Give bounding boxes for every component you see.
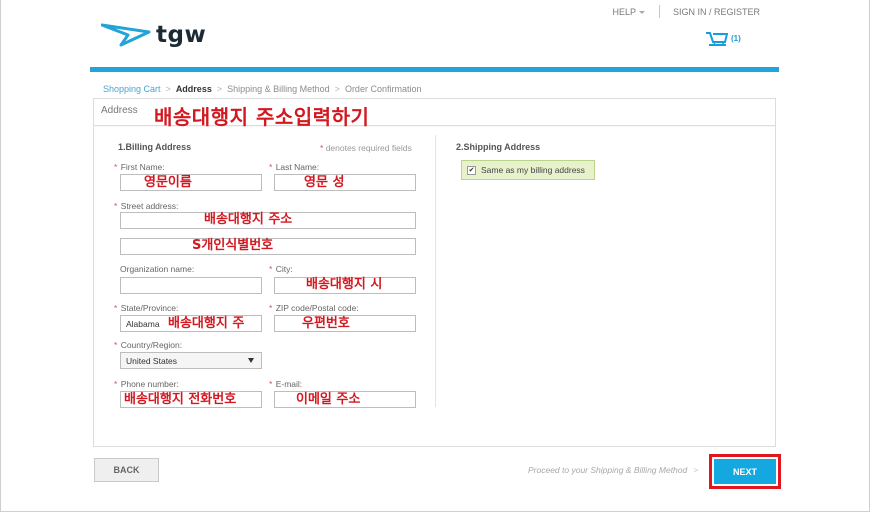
logo-text: tgw <box>156 22 207 48</box>
last-name-input[interactable] <box>274 174 416 191</box>
proceed-chevron-icon: > <box>693 465 699 475</box>
checkbox-checked-icon: ✔ <box>467 165 476 175</box>
organization-name-input[interactable] <box>120 277 262 294</box>
signin-register-link[interactable]: SIGN IN / REGISTER <box>673 7 760 17</box>
logo-wing-icon <box>101 23 151 47</box>
breadcrumb-chevron-icon: > <box>334 84 340 94</box>
required-star: * <box>320 143 324 153</box>
help-menu[interactable]: HELP <box>612 7 645 17</box>
required-fields-note: * denotes required fields <box>320 143 412 153</box>
last-name-annotation: 영문 성 <box>304 175 345 190</box>
panel-annotation: 배송대행지 주소입력하기 <box>154 105 370 129</box>
country-region-label: * Country/Region: <box>114 340 183 350</box>
cart-count: (1) <box>731 34 741 43</box>
city-annotation: 배송대행지 시 <box>306 277 383 292</box>
email-label: * E-mail: <box>269 379 303 389</box>
breadcrumb: Shopping Cart > Address > Shipping & Bil… <box>103 84 421 94</box>
breadcrumb-chevron-icon: > <box>216 84 223 94</box>
personal-id-annotation: S개인식별번호 <box>192 238 274 253</box>
panel-title: Address <box>101 105 138 116</box>
address-form: 1.Billing Address * denotes required fie… <box>94 127 775 446</box>
next-button[interactable]: NEXT <box>714 459 776 484</box>
breadcrumb-shipping-billing: Shipping & Billing Method <box>227 84 330 94</box>
dropdown-arrow-icon <box>248 358 254 363</box>
column-divider <box>435 135 436 407</box>
header-accent-bar <box>90 67 779 72</box>
billing-address-title: 1.Billing Address <box>118 142 192 152</box>
shipping-address-title: 2.Shipping Address <box>456 142 541 152</box>
address-panel-header: Address 배송대행지 주소입력하기 <box>94 99 775 129</box>
same-as-billing-label: Same as my billing address <box>481 165 585 175</box>
first-name-annotation: 영문이름 <box>144 175 192 190</box>
top-links-divider <box>658 5 660 18</box>
breadcrumb-order-confirmation: Order Confirmation <box>344 84 422 94</box>
breadcrumb-shopping-cart[interactable]: Shopping Cart <box>103 84 161 94</box>
city-label: * City: <box>269 264 293 274</box>
top-links: HELP SIGN IN / REGISTER <box>612 5 760 18</box>
required-fields-text: denotes required fields <box>325 143 412 153</box>
breadcrumb-chevron-icon: > <box>165 84 171 94</box>
state-province-label: * State/Province: <box>114 303 179 313</box>
back-button[interactable]: BACK <box>94 458 159 482</box>
state-annotation: 배송대행지 주 <box>168 316 245 331</box>
street-address-label: * Street address: <box>114 201 179 211</box>
cart-button[interactable]: (1) <box>706 30 741 47</box>
cart-icon <box>706 32 728 46</box>
same-as-billing-checkbox[interactable]: ✔ Same as my billing address <box>461 160 595 180</box>
tgw-logo[interactable]: tgw <box>101 16 211 54</box>
chevron-down-icon <box>638 10 645 14</box>
state-province-value: Alabama <box>126 318 160 329</box>
zip-code-annotation: 우편번호 <box>302 316 350 331</box>
breadcrumb-address: Address <box>175 84 212 94</box>
address-panel: Address 배송대행지 주소입력하기 1.Billing Address *… <box>93 98 776 447</box>
proceed-hint: Proceed to your Shipping & Billing Metho… <box>528 465 698 475</box>
email-annotation: 이메일 주소 <box>296 392 361 407</box>
phone-number-label: * Phone number: <box>114 379 179 389</box>
help-label: HELP <box>612 6 636 17</box>
zip-code-label: * ZIP code/Postal code: <box>269 303 359 313</box>
last-name-label: * Last Name: <box>269 162 320 172</box>
proceed-text: Proceed to your Shipping & Billing Metho… <box>528 465 688 475</box>
street-address-annotation: 배송대행지 주소 <box>204 212 293 227</box>
first-name-label: * First Name: <box>114 162 165 172</box>
country-region-value: United States <box>126 355 178 366</box>
organization-name-label: Organization name: <box>120 264 195 274</box>
country-region-select[interactable]: United States <box>120 352 262 369</box>
phone-number-annotation: 배송대행지 전화번호 <box>124 392 237 407</box>
